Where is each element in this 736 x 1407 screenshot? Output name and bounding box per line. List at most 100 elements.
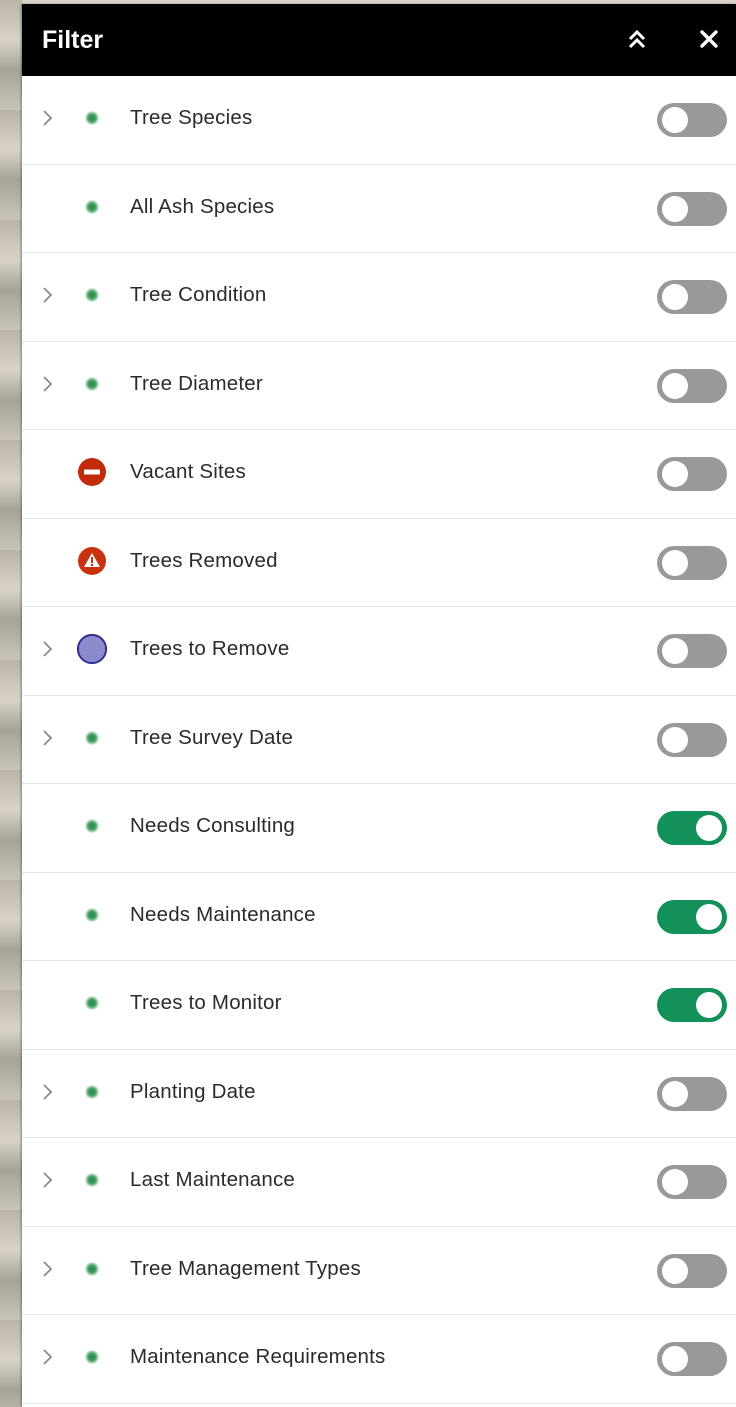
filter-row-trees-to-monitor: Trees to Monitor bbox=[22, 961, 736, 1050]
layer-symbol bbox=[76, 1341, 108, 1373]
expand-chevron-button[interactable] bbox=[38, 106, 58, 130]
filter-row-maintenance-requirements: Maintenance Requirements bbox=[22, 1315, 736, 1404]
toggle-knob bbox=[662, 549, 688, 576]
chevron-right-icon bbox=[43, 1083, 53, 1100]
toggle-knob bbox=[696, 903, 722, 930]
filter-label: Maintenance Requirements bbox=[130, 1345, 386, 1368]
filter-row-last-maintenance: Last Maintenance bbox=[22, 1138, 736, 1227]
chevron-right-icon bbox=[43, 375, 53, 392]
filter-toggle-on[interactable] bbox=[657, 899, 727, 934]
collapse-button[interactable] bbox=[620, 22, 654, 56]
layer-symbol bbox=[76, 633, 108, 665]
tree-dot-icon bbox=[85, 730, 99, 745]
filter-row-planting-date: Planting Date bbox=[22, 1050, 736, 1138]
filter-toggle-off[interactable] bbox=[657, 1165, 727, 1199]
expand-chevron-button[interactable] bbox=[38, 283, 58, 307]
layer-symbol bbox=[76, 191, 108, 223]
filter-row-tree-diameter: Tree Diameter bbox=[22, 342, 736, 430]
filter-row-tree-survey-date: Tree Survey Date bbox=[22, 696, 736, 784]
filter-list: Tree Species All Ash Species Tree Condit… bbox=[22, 76, 736, 1404]
filter-toggle-off[interactable] bbox=[657, 1253, 727, 1288]
toggle-knob bbox=[662, 372, 688, 399]
expand-chevron-button[interactable] bbox=[38, 372, 58, 396]
filter-toggle-on[interactable] bbox=[657, 988, 727, 1022]
filter-panel: Filter Tree Species All Ash Species Tree… bbox=[22, 4, 736, 1407]
filter-label: Last Maintenance bbox=[130, 1168, 296, 1191]
toggle-knob bbox=[662, 1169, 688, 1195]
expand-chevron-button[interactable] bbox=[38, 637, 58, 661]
close-icon bbox=[700, 30, 718, 48]
toggle-knob bbox=[662, 107, 688, 133]
filter-label: Planting Date bbox=[130, 1079, 256, 1103]
filter-toggle-off[interactable] bbox=[657, 722, 727, 757]
filter-label: Trees to Monitor bbox=[130, 991, 282, 1014]
filter-row-trees-removed: Trees Removed bbox=[22, 519, 736, 607]
layer-symbol bbox=[76, 810, 108, 842]
layer-symbol bbox=[76, 1164, 108, 1196]
expand-chevron-button[interactable] bbox=[38, 1345, 58, 1369]
tree-dot-icon bbox=[85, 199, 99, 214]
filter-label: Needs Maintenance bbox=[130, 902, 316, 926]
layer-symbol bbox=[76, 1253, 108, 1285]
toggle-knob bbox=[662, 1257, 688, 1284]
tree-dot-icon bbox=[85, 376, 99, 391]
toggle-knob bbox=[662, 195, 688, 222]
layer-symbol bbox=[76, 368, 108, 400]
layer-symbol bbox=[76, 456, 108, 488]
expand-chevron-button[interactable] bbox=[38, 1168, 58, 1192]
layer-symbol bbox=[76, 279, 108, 311]
tree-dot-icon bbox=[85, 111, 99, 125]
expand-chevron-button[interactable] bbox=[38, 726, 58, 750]
layer-symbol bbox=[76, 722, 108, 754]
panel-title: Filter bbox=[42, 25, 104, 54]
filter-row-tree-species: Tree Species bbox=[22, 76, 736, 165]
chevron-right-icon bbox=[43, 729, 53, 746]
no-entry-icon bbox=[78, 458, 106, 486]
panel-header: Filter bbox=[22, 4, 736, 76]
layer-symbol bbox=[76, 102, 108, 134]
close-button[interactable] bbox=[692, 22, 726, 56]
filter-row-needs-maintenance: Needs Maintenance bbox=[22, 873, 736, 961]
double-chevron-up-icon bbox=[628, 29, 646, 49]
layer-symbol bbox=[76, 987, 108, 1019]
filter-label: Tree Survey Date bbox=[130, 725, 294, 749]
chevron-right-icon bbox=[43, 1260, 53, 1277]
filter-toggle-off[interactable] bbox=[657, 1342, 727, 1376]
tree-dot-icon bbox=[85, 1261, 99, 1276]
filter-toggle-off[interactable] bbox=[657, 545, 727, 580]
filter-toggle-off[interactable] bbox=[657, 1076, 727, 1111]
filter-toggle-off[interactable] bbox=[657, 191, 727, 226]
chevron-right-icon bbox=[43, 1349, 53, 1365]
filter-toggle-off[interactable] bbox=[657, 634, 727, 668]
filter-toggle-off[interactable] bbox=[657, 368, 727, 403]
filter-toggle-on[interactable] bbox=[657, 811, 727, 845]
expand-chevron-button[interactable] bbox=[38, 1080, 58, 1104]
purple-circle-icon bbox=[76, 633, 108, 665]
tree-dot-icon bbox=[85, 907, 99, 922]
chevron-right-icon bbox=[43, 110, 53, 126]
layer-symbol bbox=[76, 545, 108, 577]
toggle-knob bbox=[662, 284, 688, 310]
map-background bbox=[0, 0, 22, 1407]
tree-dot-icon bbox=[85, 1173, 99, 1187]
filter-toggle-off[interactable] bbox=[657, 280, 727, 314]
tree-dot-icon bbox=[85, 996, 99, 1010]
filter-label: Needs Consulting bbox=[130, 814, 296, 837]
filter-label: Tree Diameter bbox=[130, 371, 263, 395]
filter-row-needs-consulting: Needs Consulting bbox=[22, 784, 736, 873]
tree-dot-icon bbox=[85, 1084, 99, 1099]
filter-label: All Ash Species bbox=[130, 194, 275, 218]
filter-label: Tree Condition bbox=[130, 283, 267, 306]
filter-label: Tree Species bbox=[130, 106, 253, 129]
filter-row-trees-to-remove: Trees to Remove bbox=[22, 607, 736, 696]
filter-label: Trees to Remove bbox=[130, 637, 290, 660]
filter-toggle-off[interactable] bbox=[657, 457, 727, 491]
layer-symbol bbox=[76, 899, 108, 931]
layer-symbol bbox=[76, 1076, 108, 1108]
expand-chevron-button[interactable] bbox=[38, 1257, 58, 1281]
filter-row-vacant-sites: Vacant Sites bbox=[22, 430, 736, 519]
filter-row-tree-condition: Tree Condition bbox=[22, 253, 736, 342]
toggle-knob bbox=[662, 638, 688, 664]
filter-toggle-off[interactable] bbox=[657, 103, 727, 137]
chevron-right-icon bbox=[43, 287, 53, 303]
